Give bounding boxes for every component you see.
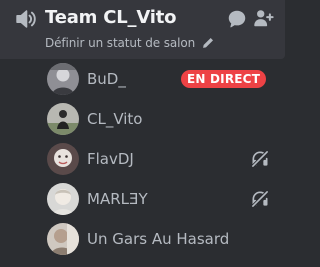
voice-user[interactable]: CL_Vito — [40, 100, 280, 138]
avatar — [47, 63, 79, 95]
speaker-icon — [16, 10, 36, 28]
user-name: Un Gars Au Hasard — [87, 230, 230, 248]
avatar — [47, 223, 79, 255]
pencil-icon[interactable] — [201, 36, 215, 50]
add-user-icon[interactable] — [252, 7, 274, 29]
channel-name[interactable]: Team CL_Vito — [45, 5, 177, 31]
voice-channel-header[interactable]: Team CL_Vito Définir un statut de salon — [0, 0, 285, 59]
voice-user[interactable]: MARLƎY — [40, 180, 280, 218]
chat-bubble-icon[interactable] — [226, 8, 248, 30]
channel-status-placeholder[interactable]: Définir un statut de salon — [45, 36, 195, 50]
user-name: FlavDJ — [87, 150, 134, 168]
user-name: CL_Vito — [87, 110, 143, 128]
voice-user[interactable]: BuD_ EN DIRECT — [40, 60, 280, 98]
deafened-icon — [250, 189, 270, 209]
user-name: BuD_ — [87, 70, 126, 88]
channel-status-row[interactable]: Définir un statut de salon — [45, 34, 215, 52]
avatar — [47, 183, 79, 215]
voice-channel-panel: Team CL_Vito Définir un statut de salon — [0, 0, 285, 267]
avatar — [47, 143, 79, 175]
voice-user[interactable]: FlavDJ — [40, 140, 280, 178]
deafened-icon — [250, 149, 270, 169]
live-badge: EN DIRECT — [181, 70, 267, 88]
user-name: MARLƎY — [87, 190, 148, 208]
avatar — [47, 103, 79, 135]
voice-user[interactable]: Un Gars Au Hasard — [40, 220, 280, 258]
